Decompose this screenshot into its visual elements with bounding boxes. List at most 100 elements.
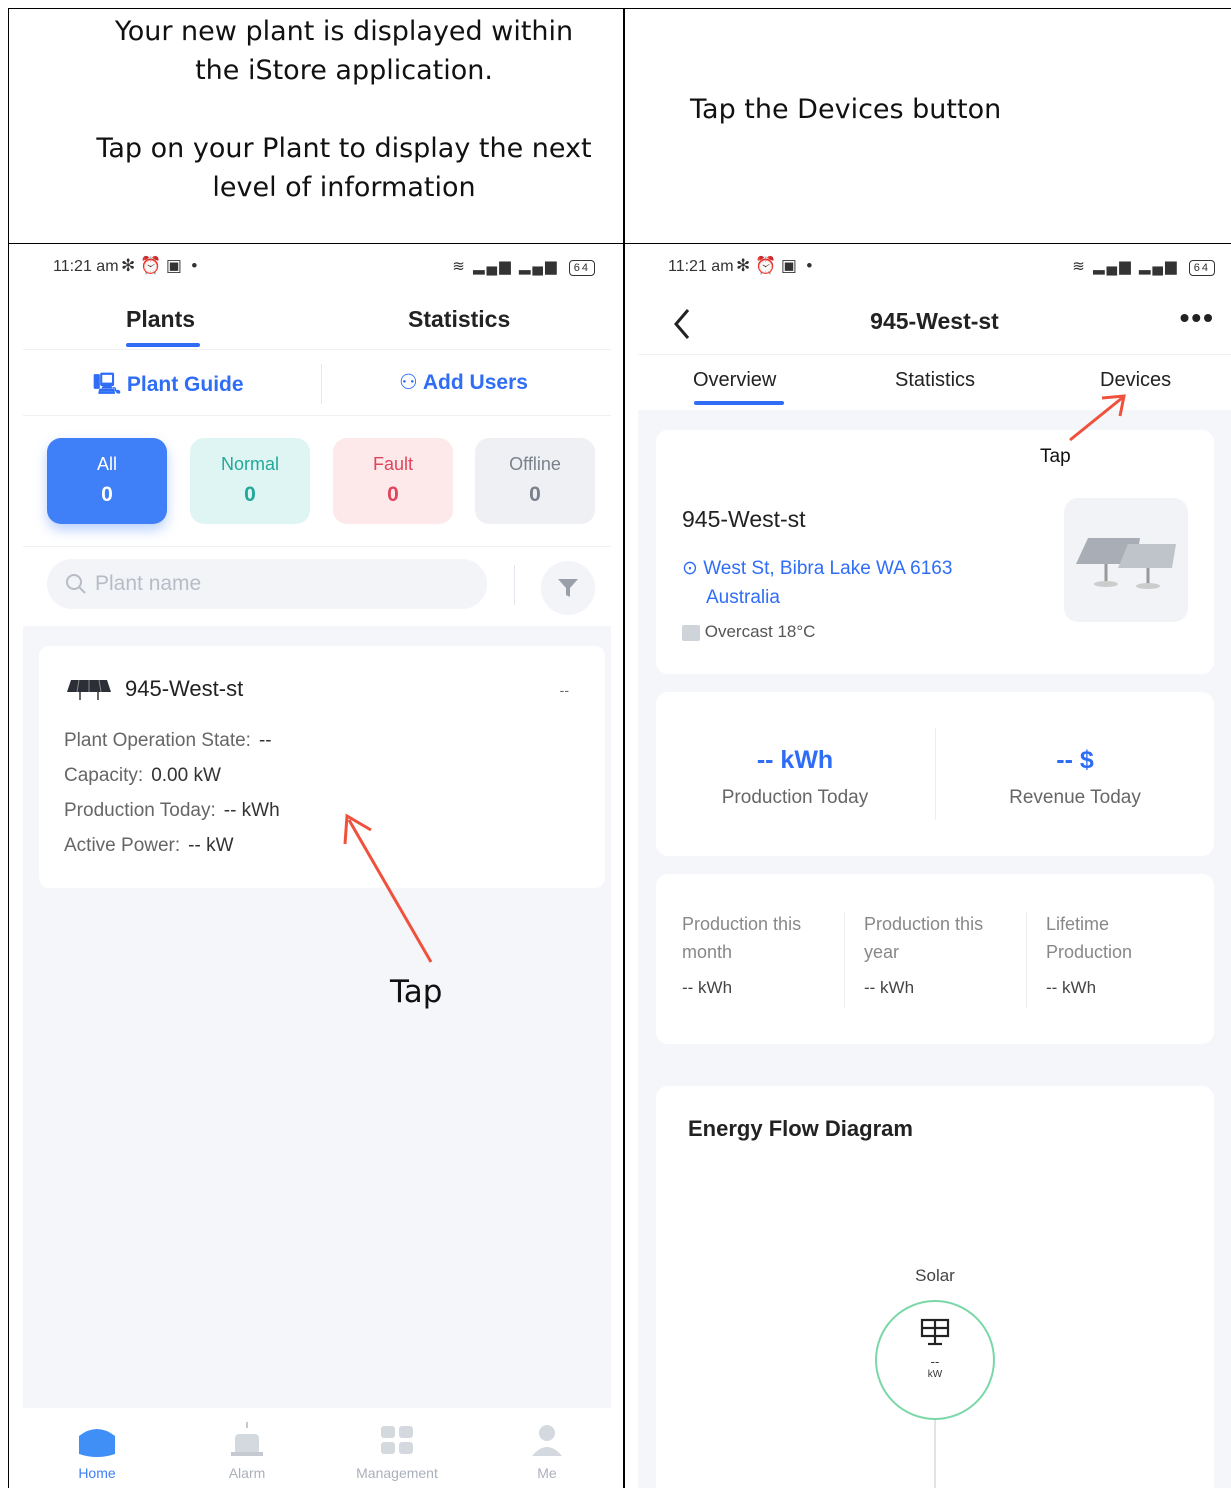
plant-guide-label: Plant Guide [126, 373, 244, 396]
tap-label: Tap [1040, 446, 1071, 467]
divider [844, 912, 845, 1008]
stat-value: -- kWh [864, 978, 915, 997]
search-placeholder: Plant name [95, 572, 202, 595]
plant-guide-button[interactable]: 🖳 Plant Guide [93, 370, 244, 405]
active-tab-indicator [694, 401, 784, 405]
cloud-icon [682, 624, 700, 641]
signal-icons: ≋ ▂▄▆ ▂▄▆ 64 [452, 257, 595, 276]
alarm-icon [231, 1422, 263, 1456]
prop-label: Active Power: [64, 835, 181, 856]
status-icons: ✻ ⏰ ▣ • [736, 256, 813, 275]
plant-prop-power: Active Power: -- kW [64, 835, 234, 857]
left-instruction: Your new plant is displayed within the i… [40, 12, 688, 207]
tab-statistics[interactable]: Statistics [408, 306, 510, 333]
search-row: Plant name [23, 546, 611, 626]
tap-arrow [1069, 394, 1126, 442]
grid-icon [381, 1426, 413, 1454]
nav-management[interactable]: Management [347, 1420, 447, 1481]
add-users-label: Add Users [422, 371, 528, 394]
home-icon [79, 1429, 115, 1457]
tab-statistics[interactable]: Statistics [895, 369, 975, 392]
stat-label: Production this [864, 914, 984, 934]
production-today-value: -- kWh [756, 746, 834, 774]
detail-header: 945-West-st ••• [638, 288, 1231, 352]
plant-card[interactable]: 945-West-st -- Plant Operation State: -- … [39, 646, 605, 888]
weather: Overcast 18°C [682, 622, 815, 642]
filter-normal[interactable]: Normal 0 [190, 438, 310, 524]
signal-icons: ≋ ▂▄▆ ▂▄▆ 64 [1072, 257, 1215, 276]
battery-icon: 64 [1188, 260, 1215, 276]
solar-panel-icon [1076, 538, 1176, 589]
plants-screen: 11:21 am ✻ ⏰ ▣ • ≋ ▂▄▆ ▂▄▆ 64 Plants Sta… [23, 246, 611, 1488]
guide-row: 🖳 Plant Guide ⚇ Add Users [23, 354, 611, 416]
wifi-icon: ≋ [452, 258, 467, 275]
production-today: -- kWh Production Today [656, 692, 934, 856]
divider [321, 364, 322, 404]
filter-label: Offline [509, 454, 561, 474]
nav-label: Alarm [228, 1465, 266, 1481]
stat-label: Lifetime [1046, 914, 1110, 934]
stat-label: month [682, 942, 733, 962]
production-stats-card: Production this month -- kWh Production … [656, 874, 1214, 1044]
solar-node: -- kW [875, 1300, 995, 1420]
stat-lifetime: Lifetime Production -- kWh [1046, 910, 1206, 1002]
filter-offline[interactable]: Offline 0 [475, 438, 595, 524]
battery-icon: 64 [568, 260, 595, 276]
nav-me[interactable]: Me [497, 1420, 597, 1481]
address-line: Australia [706, 587, 780, 608]
filter-button[interactable] [541, 561, 595, 615]
filter-count: 0 [387, 483, 399, 506]
signal-icon: ▂▄▆ ▂▄▆ [1093, 258, 1179, 275]
stat-value: -- kWh [682, 978, 733, 997]
tab-devices[interactable]: Devices [1100, 369, 1171, 392]
prop-label: Plant Operation State: [64, 730, 251, 751]
filter-all[interactable]: All 0 [47, 438, 167, 524]
energy-flow-card: Energy Flow Diagram Solar -- kW [656, 1086, 1214, 1488]
prop-label: Production Today: [64, 800, 216, 821]
nav-label: Management [356, 1465, 438, 1481]
tab-overview[interactable]: Overview [693, 369, 776, 392]
production-card: -- kWh Production Today -- $ Revenue Tod… [656, 692, 1214, 856]
stat-month: Production this month -- kWh [682, 910, 842, 1002]
page-title: 945-West-st [870, 308, 999, 334]
prop-value: -- [258, 730, 272, 751]
production-today-label: Production Today [721, 787, 869, 808]
add-user-icon: ⚇ [399, 371, 418, 394]
more-icon[interactable]: ••• [1180, 302, 1215, 334]
solar-unit: kW [927, 1369, 943, 1380]
user-icon [532, 1425, 562, 1456]
nav-label: Home [78, 1465, 116, 1481]
stat-label: Production [1046, 942, 1133, 962]
divider [1026, 912, 1027, 1008]
status-bar: 11:21 am ✻ ⏰ ▣ • ≋ ▂▄▆ ▂▄▆ 64 [23, 246, 611, 288]
energy-flow-title: Energy Flow Diagram [688, 1116, 913, 1141]
right-instruction: Tap the Devices button [690, 94, 1002, 125]
prop-value: -- kW [188, 835, 234, 856]
location-card: 945-West-st ⊙ West St, Bibra Lake WA 616… [656, 430, 1214, 674]
nav-alarm[interactable]: Alarm [197, 1420, 297, 1481]
stat-year: Production this year -- kWh [864, 910, 1024, 1002]
plant-list: 945-West-st -- Plant Operation State: -- … [23, 626, 611, 1408]
plant-detail-screen: 11:21 am ✻ ⏰ ▣ • ≋ ▂▄▆ ▂▄▆ 64 945-West-s… [638, 246, 1231, 1488]
solar-panel-icon [67, 679, 111, 700]
plant-guide-icon: 🖳 [93, 373, 122, 396]
add-users-button[interactable]: ⚇ Add Users [399, 370, 528, 395]
filter-fault[interactable]: Fault 0 [333, 438, 453, 524]
wifi-icon: ≋ [1072, 258, 1087, 275]
filter-label: Fault [372, 454, 414, 474]
nav-home[interactable]: Home [47, 1420, 147, 1481]
filter-icon [558, 579, 578, 597]
location-pin-icon: ⊙ [682, 558, 698, 579]
status-icons: ✻ ⏰ ▣ • [121, 256, 198, 275]
plant-name: 945-West-st [682, 506, 806, 532]
plant-address: ⊙ West St, Bibra Lake WA 6163 Australia [682, 554, 952, 612]
tab-plants[interactable]: Plants [126, 306, 195, 333]
search-input[interactable]: Plant name [47, 559, 487, 609]
plant-image [1064, 498, 1188, 622]
instruction-line: level of information [212, 172, 476, 203]
stat-value: -- kWh [1046, 978, 1097, 997]
prop-value: -- kWh [223, 800, 280, 821]
revenue-today-value: -- $ [1056, 746, 1094, 774]
solar-label: Solar [915, 1266, 955, 1285]
stat-label: year [864, 942, 900, 962]
